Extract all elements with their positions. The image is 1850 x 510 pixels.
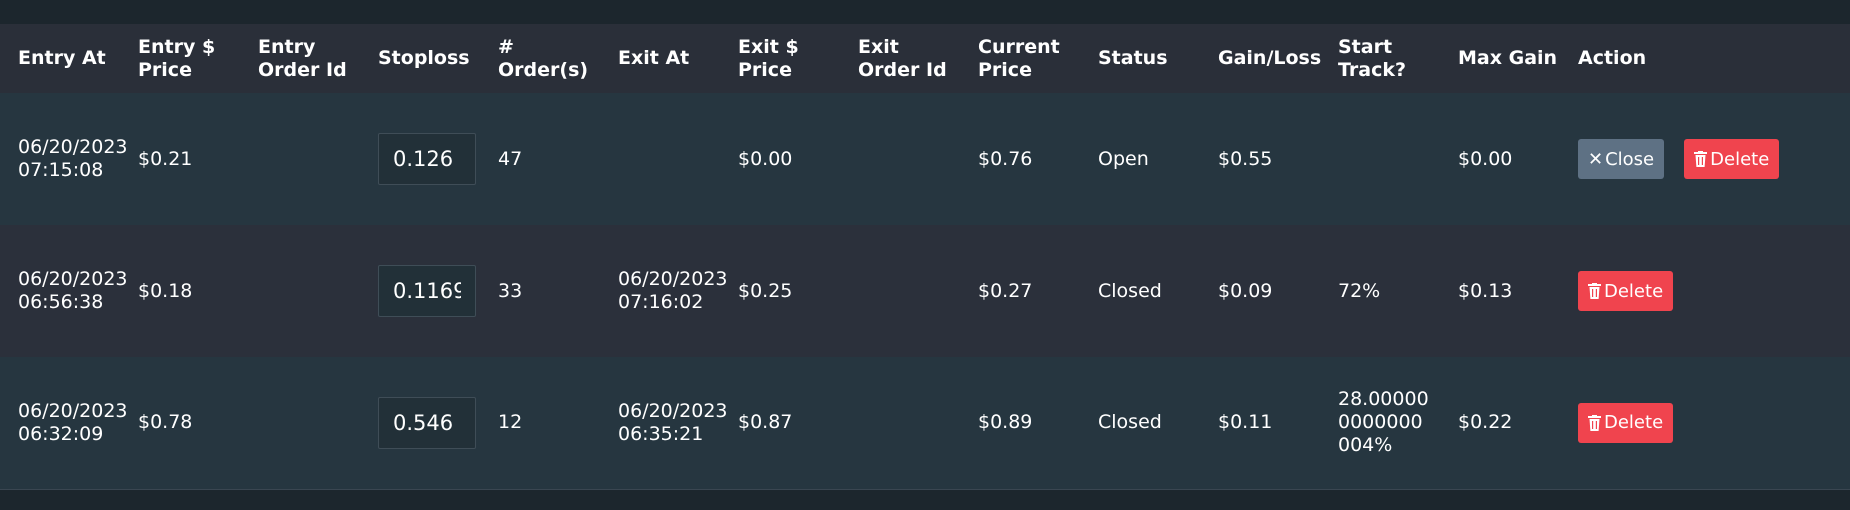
entry-at-cell: 06/20/2023 07:15:08 <box>0 93 128 225</box>
column-header-orders: # Order(s) <box>498 35 589 81</box>
top-bar <box>0 0 1850 24</box>
trades-table: Entry At Entry $ Price Entry Order Id St… <box>0 24 1850 490</box>
current-price-cell: $0.76 <box>978 147 1033 170</box>
exit-price-cell: $0.00 <box>738 147 793 170</box>
status-cell: Closed <box>1098 279 1162 302</box>
exit-date: 06/20/2023 <box>618 268 728 290</box>
entry-at-cell: 06/20/2023 06:32:09 <box>0 357 128 490</box>
entry-date: 06/20/2023 <box>18 399 128 422</box>
delete-button[interactable]: Delete <box>1684 139 1780 179</box>
delete-button-label: Delete <box>1604 412 1664 434</box>
entry-date: 06/20/2023 <box>18 268 128 290</box>
exit-order-id-cell <box>840 225 960 357</box>
orders-cell: 33 <box>498 279 523 302</box>
max-gain-cell: $0.22 <box>1440 357 1560 490</box>
entry-price-cell: $0.78 <box>120 357 240 490</box>
action-cell: Delete <box>1560 225 1850 357</box>
table-row: 06/20/202306:56:38 $0.18 33 06/20/202307… <box>0 225 1850 357</box>
delete-button-label: Delete <box>1710 148 1770 170</box>
stoploss-input[interactable] <box>378 396 476 449</box>
column-header-action: Action <box>1578 47 1647 69</box>
delete-button-label: Delete <box>1604 280 1664 302</box>
exit-date: 06/20/2023 <box>618 399 728 422</box>
column-header-entry-price: Entry $ Price <box>138 35 216 81</box>
trash-icon <box>1588 414 1601 431</box>
exit-order-id-cell <box>840 93 960 225</box>
column-header-exit-at: Exit At <box>618 47 690 69</box>
exit-price-cell: $0.25 <box>738 279 793 302</box>
column-header-status: Status <box>1098 47 1168 69</box>
entry-at-cell: 06/20/2023 06:56:38 <box>0 225 128 357</box>
exit-time: 07:16:02 <box>618 291 704 313</box>
exit-at-cell: 06/20/2023 07:16:02 <box>600 225 728 357</box>
orders-cell: 47 <box>498 147 523 170</box>
trash-icon <box>1588 283 1601 299</box>
gain-loss-cell: $0.09 <box>1218 279 1273 302</box>
status-cell: Closed <box>1080 357 1200 490</box>
max-gain-cell: $0.13 <box>1458 279 1513 302</box>
gain-loss-cell: $0.55 <box>1218 147 1273 170</box>
stoploss-input[interactable] <box>378 265 476 317</box>
table-row: 06/20/202307:15:08 $0.21 47 $0.00 $0.76 … <box>0 93 1850 225</box>
column-header-gain-loss: Gain/Loss <box>1218 47 1322 69</box>
column-header-current-price: Current Price <box>978 35 1060 81</box>
start-track-cell: 72% <box>1338 279 1381 302</box>
max-gain-cell: $0.00 <box>1458 147 1513 170</box>
entry-order-id-cell <box>240 357 360 490</box>
entry-date: 06/20/2023 <box>18 136 128 158</box>
current-price-cell: $0.27 <box>978 279 1033 302</box>
exit-at-cell: 06/20/2023 06:35:21 <box>600 357 728 490</box>
exit-at-cell <box>600 93 720 225</box>
start-track-cell <box>1320 93 1440 225</box>
column-header-entry-at: Entry At <box>18 47 106 69</box>
bottom-bar <box>0 490 1850 510</box>
exit-order-id-cell <box>840 357 960 490</box>
column-header-exit-price: Exit $ Price <box>738 35 799 81</box>
entry-time: 07:15:08 <box>18 159 104 181</box>
close-button-label: Close <box>1605 148 1655 170</box>
entry-price-cell: $0.21 <box>138 147 193 170</box>
exit-price-cell: $0.87 <box>720 357 840 490</box>
times-icon: ✕ <box>1588 148 1604 170</box>
start-track-cell: 28.000000000000004% <box>1320 357 1440 490</box>
entry-order-id-cell <box>240 93 360 225</box>
column-header-entry-order-id: Entry Order Id <box>258 35 347 81</box>
trash-icon <box>1694 151 1708 167</box>
header-row: Entry At Entry $ Price Entry Order Id St… <box>0 24 1850 93</box>
column-header-max-gain: Max Gain <box>1458 47 1558 69</box>
entry-price-cell: $0.18 <box>138 279 193 302</box>
entry-time: 06:32:09 <box>18 422 104 445</box>
entry-time: 06:56:38 <box>18 291 104 313</box>
gain-loss-cell: $0.11 <box>1200 357 1320 490</box>
delete-button[interactable]: Delete <box>1578 271 1674 311</box>
column-header-stoploss: Stoploss <box>378 47 470 69</box>
status-cell: Open <box>1098 147 1149 170</box>
stoploss-cell <box>360 93 480 225</box>
column-header-exit-order-id: Exit Order Id <box>858 35 947 81</box>
orders-cell: 12 <box>480 357 600 490</box>
stoploss-input[interactable] <box>378 133 476 185</box>
stoploss-cell <box>360 357 480 490</box>
exit-time: 06:35:21 <box>618 422 704 445</box>
action-cell: ✕ Close Delete <box>1560 93 1850 225</box>
action-cell: Delete <box>1560 357 1850 490</box>
current-price-cell: $0.89 <box>960 357 1080 490</box>
stoploss-cell <box>360 225 480 357</box>
column-header-start-track: Start Track? <box>1338 35 1406 81</box>
table-row: 06/20/202306:32:09 $0.78 12 06/20/202306… <box>0 357 1850 490</box>
close-button[interactable]: ✕ Close <box>1578 139 1665 179</box>
delete-button[interactable]: Delete <box>1578 402 1674 443</box>
entry-order-id-cell <box>240 225 360 357</box>
